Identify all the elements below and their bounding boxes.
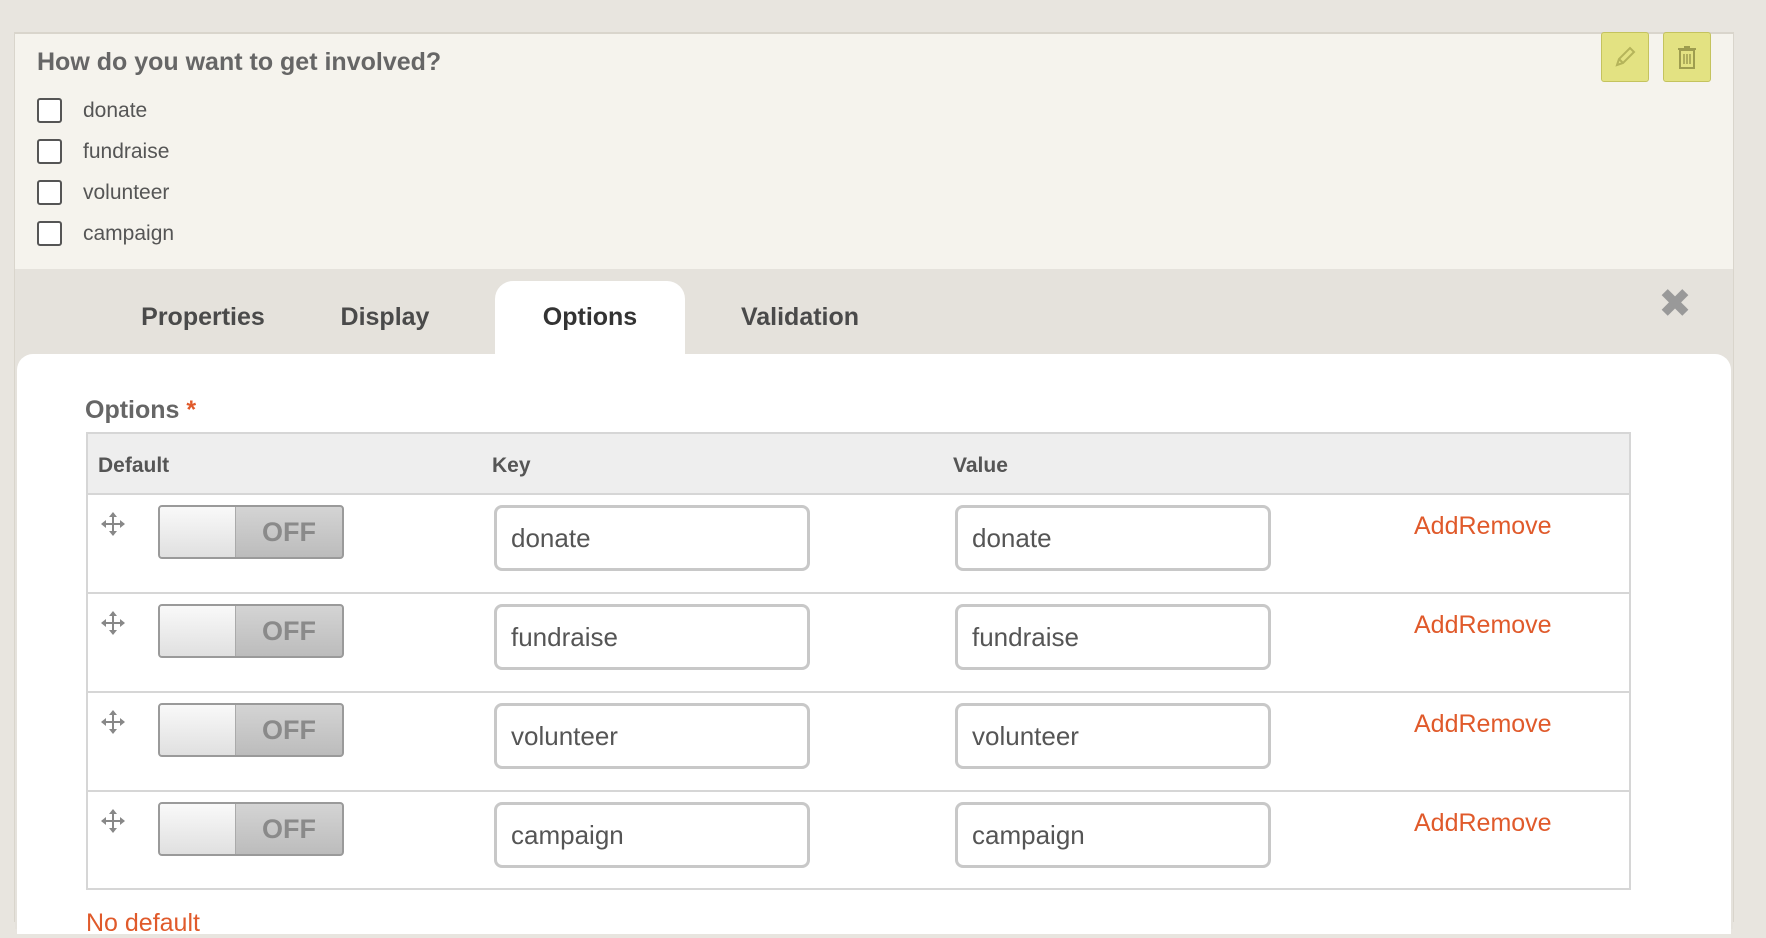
field-settings-editor: Properties Display Options Validation ✖ … xyxy=(15,269,1733,937)
field-question-title: How do you want to get involved? xyxy=(37,48,442,76)
toggle-knob xyxy=(160,705,236,755)
add-option-link[interactable]: Add xyxy=(1414,512,1458,540)
options-tab-panel: Options * Default Key Value OFF donate d… xyxy=(17,354,1731,937)
close-icon[interactable]: ✖ xyxy=(1655,284,1695,324)
row-actions: AddRemove xyxy=(1414,512,1552,541)
option-key-input[interactable] xyxy=(494,802,810,868)
default-toggle[interactable]: OFF xyxy=(158,703,344,757)
preview-option-label: fundraise xyxy=(83,139,170,163)
column-header-default: Default xyxy=(98,454,170,477)
option-key-input[interactable] xyxy=(494,604,810,670)
add-option-link[interactable]: Add xyxy=(1414,809,1458,837)
tab-validation[interactable]: Validation xyxy=(705,281,895,354)
toggle-knob xyxy=(160,507,236,557)
required-marker: * xyxy=(186,396,197,424)
remove-option-link[interactable]: Remove xyxy=(1458,710,1551,738)
table-row: OFF AddRemove xyxy=(88,693,1629,792)
preview-option: fundraise xyxy=(37,131,174,172)
drag-handle-icon[interactable] xyxy=(100,709,126,735)
row-actions: AddRemove xyxy=(1414,611,1552,640)
preview-option-label: volunteer xyxy=(83,180,170,204)
toggle-knob xyxy=(160,606,236,656)
column-header-value: Value xyxy=(953,454,1008,477)
option-value-input[interactable] xyxy=(955,505,1271,571)
pencil-icon xyxy=(1615,46,1636,67)
toggle-state-label: OFF xyxy=(262,616,316,646)
tab-display[interactable]: Display xyxy=(305,281,465,354)
options-heading: Options * xyxy=(85,396,196,425)
tab-properties[interactable]: Properties xyxy=(103,281,303,354)
option-value-input[interactable] xyxy=(955,604,1271,670)
toggle-knob xyxy=(160,804,236,854)
drag-handle-icon[interactable] xyxy=(100,511,126,537)
options-table: Default Key Value OFF AddRemove xyxy=(86,432,1631,890)
add-option-link[interactable]: Add xyxy=(1414,611,1458,639)
table-row: OFF AddRemove xyxy=(88,495,1629,594)
column-header-key: Key xyxy=(492,454,531,477)
trash-icon xyxy=(1678,46,1696,69)
tab-options[interactable]: Options xyxy=(495,281,685,354)
field-options-preview: donate fundraise volunteer campaign xyxy=(37,90,174,254)
toggle-state-label: OFF xyxy=(262,814,316,844)
row-actions: AddRemove xyxy=(1414,710,1552,739)
preview-option-label: campaign xyxy=(83,221,175,245)
remove-option-link[interactable]: Remove xyxy=(1458,512,1551,540)
default-toggle[interactable]: OFF xyxy=(158,802,344,856)
option-value-input[interactable] xyxy=(955,703,1271,769)
options-table-header: Default Key Value xyxy=(88,434,1629,495)
checkbox[interactable] xyxy=(37,98,62,123)
drag-handle-icon[interactable] xyxy=(100,808,126,834)
add-option-link[interactable]: Add xyxy=(1414,710,1458,738)
toggle-state-label: OFF xyxy=(262,517,316,547)
preview-option-label: donate xyxy=(83,98,148,122)
checkbox[interactable] xyxy=(37,180,62,205)
toggle-state-label: OFF xyxy=(262,715,316,745)
checkbox[interactable] xyxy=(37,139,62,164)
preview-option: volunteer xyxy=(37,172,174,213)
row-actions: AddRemove xyxy=(1414,809,1552,838)
preview-option: campaign xyxy=(37,213,174,254)
drag-handle-icon[interactable] xyxy=(100,610,126,636)
remove-option-link[interactable]: Remove xyxy=(1458,611,1551,639)
option-value-input[interactable] xyxy=(955,802,1271,868)
option-key-input[interactable] xyxy=(494,505,810,571)
options-heading-label: Options xyxy=(85,396,180,424)
option-key-input[interactable] xyxy=(494,703,810,769)
preview-option: donate xyxy=(37,90,174,131)
edit-field-button[interactable] xyxy=(1601,32,1649,82)
form-field-panel: How do you want to get involved? donate … xyxy=(14,32,1734,937)
delete-field-button[interactable] xyxy=(1663,32,1711,82)
default-toggle[interactable]: OFF xyxy=(158,604,344,658)
default-toggle[interactable]: OFF xyxy=(158,505,344,559)
no-default-link[interactable]: No default xyxy=(86,909,200,938)
checkbox[interactable] xyxy=(37,221,62,246)
table-row: OFF AddRemove xyxy=(88,792,1629,891)
remove-option-link[interactable]: Remove xyxy=(1458,809,1551,837)
table-row: OFF AddRemove xyxy=(88,594,1629,693)
